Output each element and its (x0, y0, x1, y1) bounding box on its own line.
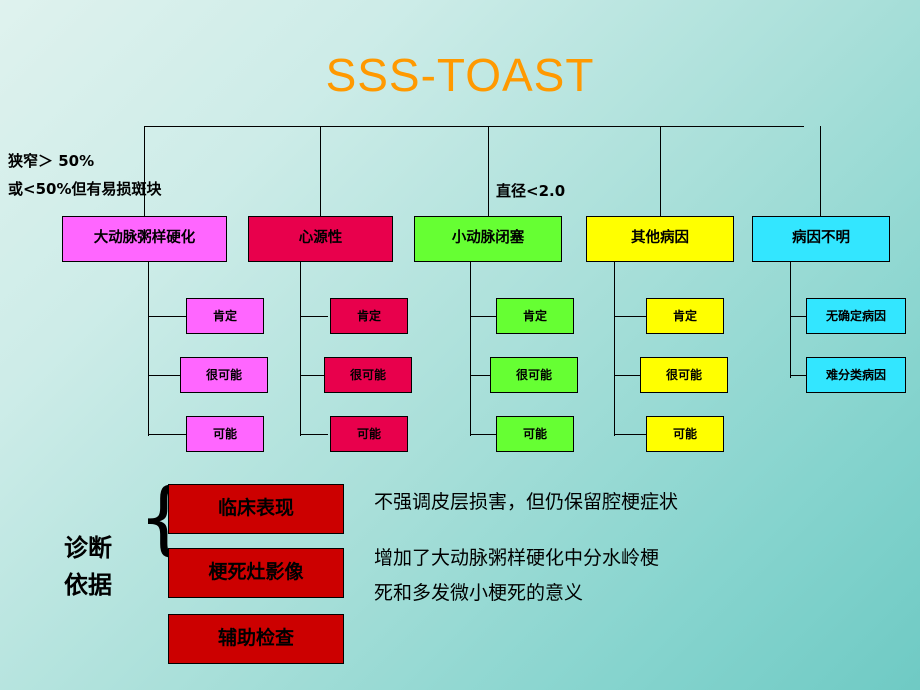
connector-group5-vertical (790, 262, 791, 378)
sub-node-sao-certain[interactable]: 肯定 (496, 298, 574, 334)
diagnosis-item-auxiliary-examination[interactable]: 辅助检查 (168, 614, 344, 664)
sub-node-cardio-certain[interactable]: 肯定 (330, 298, 408, 334)
category-node-large-artery-atherosclerosis[interactable]: 大动脉粥样硬化 (62, 216, 227, 262)
connector-top-horizontal (144, 126, 804, 127)
connector-group4-branch1 (614, 316, 646, 317)
connector-group5-branch1 (790, 316, 806, 317)
sub-node-undetermined-no-definite-cause[interactable]: 无确定病因 (806, 298, 906, 334)
slide-canvas: SSS-TOAST 狭窄＞ 50% 或<50%但有易损斑块 直径<2.0 大动脉… (0, 0, 920, 690)
diagnosis-description-3: 死和多发微小梗死的意义 (374, 582, 584, 604)
connector-drop-5 (820, 126, 821, 216)
diagnosis-item-infarct-imaging[interactable]: 梗死灶影像 (168, 548, 344, 598)
category-node-undetermined[interactable]: 病因不明 (752, 216, 890, 262)
diagnosis-basis-label: 诊断 依据 (28, 530, 148, 604)
sub-node-cardio-possible[interactable]: 可能 (330, 416, 408, 452)
diagnosis-item-clinical-presentation[interactable]: 临床表现 (168, 484, 344, 534)
sub-node-cardio-probable[interactable]: 很可能 (324, 357, 412, 393)
connector-drop-3 (488, 126, 489, 216)
sub-node-other-probable[interactable]: 很可能 (640, 357, 728, 393)
sub-node-undetermined-hard-to-classify[interactable]: 难分类病因 (806, 357, 906, 393)
sub-node-laa-possible[interactable]: 可能 (186, 416, 264, 452)
sub-node-sao-probable[interactable]: 很可能 (490, 357, 578, 393)
connector-drop-4 (660, 126, 661, 216)
connector-group2-branch1 (300, 316, 328, 317)
sub-node-sao-possible[interactable]: 可能 (496, 416, 574, 452)
page-title: SSS-TOAST (325, 49, 595, 101)
connector-group4-branch3 (614, 434, 646, 435)
category-node-small-artery-occlusion[interactable]: 小动脉闭塞 (414, 216, 562, 262)
connector-group1-vertical (148, 262, 149, 436)
diagnosis-basis-label-line1: 诊断 (64, 534, 112, 562)
connector-group5-branch2 (790, 375, 806, 376)
connector-group3-branch1 (470, 316, 496, 317)
connector-group4-vertical (614, 262, 615, 436)
diagnosis-description-1: 不强调皮层损害，但仍保留腔梗症状 (374, 491, 679, 513)
connector-group1-branch3 (148, 434, 186, 435)
diagnosis-basis-label-line2: 依据 (64, 571, 112, 600)
connector-group2-vertical (300, 262, 301, 436)
connector-group1-branch1 (148, 316, 186, 317)
annotation-stenosis-line2: 或<50%但有易损斑块 (8, 180, 162, 198)
sub-node-laa-probable[interactable]: 很可能 (180, 357, 268, 393)
connector-group2-branch3 (300, 434, 328, 435)
connector-drop-2 (320, 126, 321, 216)
diagnosis-description-2: 增加了大动脉粥样硬化中分水岭梗 (374, 547, 660, 569)
sub-node-laa-certain[interactable]: 肯定 (186, 298, 264, 334)
sub-node-other-certain[interactable]: 肯定 (646, 298, 724, 334)
sub-node-other-possible[interactable]: 可能 (646, 416, 724, 452)
annotation-diameter: 直径<2.0 (496, 182, 566, 200)
connector-drop-1 (144, 126, 145, 216)
connector-group3-branch3 (470, 434, 496, 435)
category-node-other-causes[interactable]: 其他病因 (586, 216, 734, 262)
connector-group3-vertical (470, 262, 471, 436)
annotation-stenosis-line1: 狭窄＞ 50% (8, 152, 95, 170)
category-node-cardioembolic[interactable]: 心源性 (248, 216, 393, 262)
